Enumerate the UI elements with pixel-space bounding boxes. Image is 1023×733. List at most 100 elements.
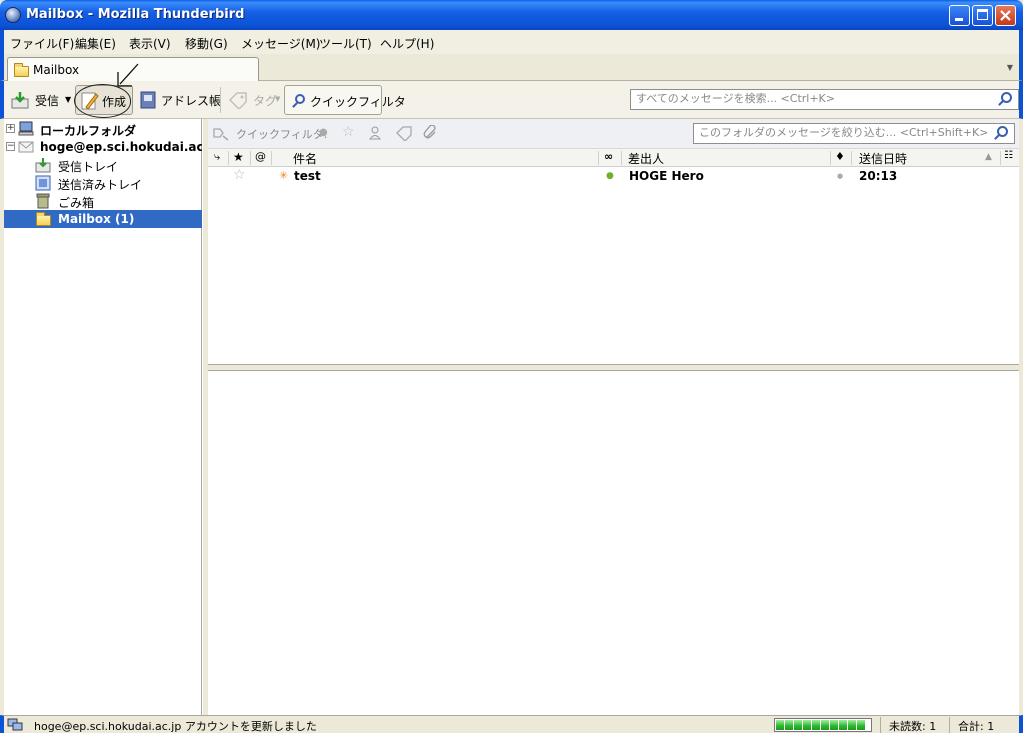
star-column-icon[interactable]: ★ [233, 150, 244, 164]
read-status-column-icon[interactable]: ∞ [604, 150, 613, 163]
sent-icon [35, 175, 51, 191]
menu-help[interactable]: ヘルプ(H) [380, 35, 434, 52]
column-separator [621, 151, 622, 165]
folder-sent[interactable]: 送信済みトレイ [4, 174, 202, 192]
thread-column-header: ⤷ ★ @ 件名 ∞ 差出人 ♦ 送信日時 ▲ ☷ [208, 149, 1019, 167]
thread-column-icon[interactable]: ⤷ [214, 150, 220, 164]
compose-label: 作成 [102, 95, 127, 109]
expand-icon[interactable]: + [6, 124, 15, 133]
folder-inbox[interactable]: 受信トレイ [4, 156, 202, 174]
get-mail-label: 受信 [35, 94, 60, 108]
status-text: hoge@ep.sci.hokudai.ac.jp アカウントを更新しました [34, 720, 317, 733]
main-toolbar: 受信 ▼ 作成 アドレス帳 タグ ▼ クイックフィルタ [0, 81, 1023, 119]
compose-button[interactable]: 作成 [75, 85, 133, 115]
compose-icon [81, 92, 99, 110]
total-count: 合計: 1 [949, 717, 994, 733]
toolbar-separator [220, 87, 221, 113]
tab-list-dropdown-icon[interactable]: ▼ [1007, 63, 1013, 72]
column-separator [598, 151, 599, 165]
global-search-field[interactable] [630, 89, 1019, 110]
folder-account[interactable]: − hoge@ep.sci.hokudai.ac.jp [4, 138, 221, 156]
starred-filter-icon[interactable]: ☆ [342, 124, 355, 140]
folder-label: hoge@ep.sci.hokudai.ac.jp [40, 140, 221, 154]
window-title: Mailbox - Mozilla Thunderbird [26, 7, 245, 22]
thunderbird-app-icon[interactable] [5, 7, 21, 23]
new-message-icon: ✳ [279, 169, 289, 182]
trash-icon [36, 193, 50, 209]
global-search-input[interactable] [636, 92, 985, 105]
tab-mailbox[interactable]: Mailbox [7, 57, 259, 82]
unread-filter-icon[interactable]: ● [319, 127, 328, 138]
online-status-icon[interactable] [7, 717, 23, 731]
column-separator [250, 151, 251, 165]
quick-filter-bar: クイックフィルタ: ● ☆ [208, 119, 1019, 149]
tag-dropdown-icon[interactable]: ▼ [275, 95, 280, 103]
folder-trash[interactable]: ごみ箱 [4, 192, 202, 210]
junk-status-icon[interactable]: ● [837, 172, 843, 180]
folder-label: 受信トレイ [58, 160, 119, 174]
menu-tools[interactable]: ツール(T) [319, 35, 372, 52]
unread-dot-icon[interactable]: ● [606, 171, 614, 181]
get-mail-button[interactable]: 受信 ▼ [8, 85, 72, 115]
address-book-label: アドレス帳 [161, 94, 222, 108]
column-separator [1000, 151, 1001, 165]
quick-filter-button[interactable]: クイックフィルタ [284, 85, 406, 115]
column-picker-icon[interactable]: ☷ [1004, 150, 1013, 161]
folder-label: Mailbox (1) [58, 212, 135, 226]
tag-button[interactable]: タグ ▼ [226, 85, 282, 115]
menu-message[interactable]: メッセージ(M) [241, 35, 320, 52]
quick-filter-icon [295, 94, 305, 104]
get-mail-dropdown-icon[interactable]: ▼ [65, 95, 71, 104]
contact-filter-icon[interactable] [369, 126, 381, 140]
attachment-filter-icon[interactable] [423, 125, 437, 141]
subject-column-header[interactable]: 件名 [293, 150, 317, 167]
tab-label: Mailbox [33, 63, 80, 77]
menu-go[interactable]: 移動(G) [185, 35, 228, 52]
filter-pin-icon[interactable] [213, 127, 229, 141]
get-mail-icon [11, 92, 29, 109]
tab-bar: Mailbox ▼ [0, 54, 1023, 82]
folder-pane: + ローカルフォルダ − hoge@ep.sci.hokudai.ac.jp 受… [4, 119, 221, 715]
junk-column-icon[interactable]: ♦ [835, 150, 845, 163]
menu-file[interactable]: ファイル(F) [10, 35, 74, 52]
tag-filter-icon[interactable] [395, 125, 413, 141]
star-toggle-icon[interactable]: ☆ [233, 167, 246, 183]
message-row[interactable]: ☆ ✳ test ● HOGE Hero ● 20:13 [208, 167, 1019, 185]
quick-filter-label: クイックフィルタ: [236, 128, 328, 141]
menu-view[interactable]: 表示(V) [129, 35, 171, 52]
message-date: 20:13 [859, 169, 898, 183]
title-bar[interactable]: Mailbox - Mozilla Thunderbird [0, 0, 1023, 30]
folder-filter-field[interactable] [693, 123, 1015, 144]
folder-icon [14, 63, 29, 77]
collapse-icon[interactable]: − [6, 142, 15, 151]
search-icon[interactable] [1001, 92, 1012, 103]
thread-pane: ☆ ✳ test ● HOGE Hero ● 20:13 [208, 167, 1019, 364]
folder-label: ごみ箱 [58, 196, 95, 210]
minimize-button[interactable] [949, 5, 970, 26]
from-column-header[interactable]: 差出人 [628, 150, 664, 167]
folder-local-folders[interactable]: + ローカルフォルダ [4, 120, 202, 138]
status-bar: hoge@ep.sci.hokudai.ac.jp アカウントを更新しました 未… [0, 715, 1023, 733]
address-book-icon [140, 91, 156, 109]
attachment-column-icon[interactable]: @ [255, 150, 266, 163]
message-from: HOGE Hero [629, 169, 704, 183]
folder-label: 送信済みトレイ [58, 178, 143, 192]
folder-filter-input[interactable] [699, 126, 987, 139]
date-column-header[interactable]: 送信日時 [859, 150, 907, 167]
tag-label: タグ [253, 94, 278, 108]
menu-bar: ファイル(F) 編集(E) 表示(V) 移動(G) メッセージ(M) ツール(T… [0, 30, 1023, 54]
close-icon [1000, 10, 1011, 21]
address-book-button[interactable]: アドレス帳 [136, 85, 221, 115]
folder-icon [36, 212, 51, 226]
sort-ascending-icon: ▲ [985, 152, 992, 162]
column-separator [851, 151, 852, 165]
maximize-button[interactable] [972, 5, 993, 26]
close-button[interactable] [995, 5, 1016, 26]
search-icon[interactable] [997, 126, 1008, 137]
column-separator [830, 151, 831, 165]
folder-mailbox[interactable]: Mailbox (1) [4, 210, 202, 228]
quick-filter-label: クイックフィルタ [310, 95, 406, 109]
progress-meter [774, 718, 872, 732]
unread-count: 未読数: 1 [880, 717, 936, 733]
menu-edit[interactable]: 編集(E) [75, 35, 116, 52]
